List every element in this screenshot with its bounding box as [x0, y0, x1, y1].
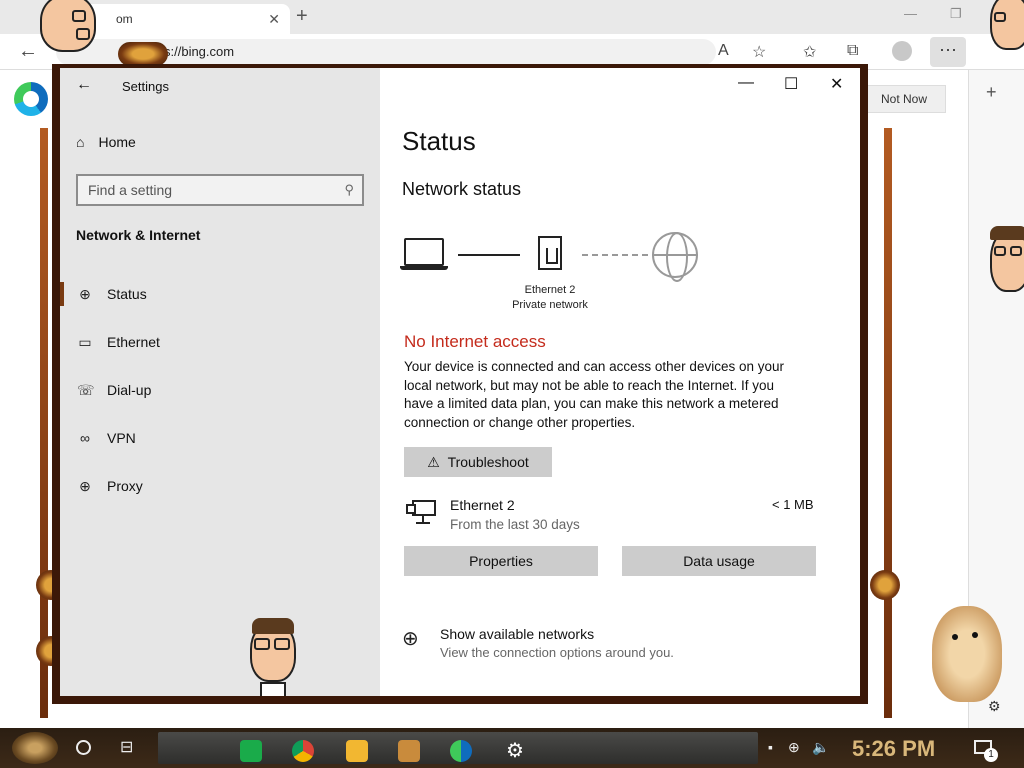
close-icon[interactable]: ✕: [830, 74, 843, 94]
tab-title: om: [116, 12, 133, 26]
collections-icon[interactable]: ⧉: [847, 42, 858, 60]
settings-sidebar: ← Settings ⌂ Home Find a setting ⚲ Netwo…: [60, 68, 380, 696]
sheets-app-icon[interactable]: [240, 740, 262, 762]
add-side-app-icon[interactable]: +: [986, 82, 997, 103]
adapter-usage: < 1 MB: [772, 497, 814, 512]
minimize-icon[interactable]: —: [904, 6, 917, 21]
troubleshoot-label: Troubleshoot: [447, 454, 529, 470]
maximize-icon[interactable]: ☐: [784, 74, 798, 94]
hamster-character: [932, 606, 1002, 702]
search-icon: ⚲: [344, 182, 354, 197]
sidebar-item-label: Dial-up: [107, 382, 152, 398]
network-status-title: Network status: [402, 179, 522, 199]
decorative-gear-icon: [118, 42, 168, 66]
decorative-frame-left: [40, 128, 48, 718]
network-type: Private network: [512, 299, 588, 311]
section-title: Network & Internet: [76, 227, 201, 243]
warning-icon: ⚠: [427, 454, 440, 470]
sidebar-item-status[interactable]: ⊕ Status: [60, 276, 380, 312]
close-tab-icon[interactable]: ✕: [268, 4, 280, 34]
ethernet-plug-icon: [538, 236, 562, 270]
sidebar-item-label: VPN: [107, 430, 136, 446]
internet-globe-icon: [652, 232, 698, 282]
cartoon-character: [988, 0, 1024, 60]
search-circle-icon[interactable]: [76, 740, 91, 755]
profile-avatar[interactable]: [892, 41, 912, 61]
volume-muted-icon[interactable]: 🔈: [812, 739, 829, 756]
ethernet-icon: ▭: [78, 333, 92, 350]
chrome-app-icon[interactable]: [292, 740, 314, 762]
ethernet-adapter-icon: [406, 500, 438, 526]
properties-button[interactable]: Properties: [404, 546, 598, 576]
settings-app-icon[interactable]: ⚙: [504, 740, 526, 762]
window-title: Settings: [122, 79, 169, 94]
cartoon-character: [988, 222, 1024, 332]
settings-window-body: ← Settings ⌂ Home Find a setting ⚲ Netwo…: [60, 68, 860, 696]
cartoon-character: [246, 616, 306, 696]
globe-network-icon: ⊕: [79, 285, 91, 302]
search-placeholder: Find a setting: [88, 182, 173, 198]
sidebar-item-vpn[interactable]: ∞ VPN: [60, 420, 380, 456]
data-usage-button[interactable]: Data usage: [622, 546, 816, 576]
troubleshoot-button[interactable]: ⚠ Troubleshoot: [404, 447, 552, 477]
adapter-name: Ethernet 2: [450, 497, 515, 513]
proxy-globe-icon: ⊕: [79, 477, 91, 494]
favorites-icon[interactable]: ✩: [803, 42, 816, 62]
home-nav-item[interactable]: ⌂ Home: [76, 134, 136, 150]
available-networks-icon[interactable]: ⊕: [402, 626, 419, 651]
edge-logo-icon: [14, 82, 48, 116]
laptop-icon: [404, 238, 444, 266]
network-diagram: Ethernet 2 Private network: [400, 232, 722, 314]
task-view-icon[interactable]: ⊟: [120, 737, 133, 757]
sidebar-item-ethernet[interactable]: ▭ Ethernet: [60, 324, 380, 360]
settings-window: ← Settings ⌂ Home Find a setting ⚲ Netwo…: [52, 64, 868, 704]
sidebar-item-label: Status: [107, 286, 147, 302]
browser-tabbar: om ✕ + — ❐: [0, 0, 1024, 34]
laptop-base: [400, 266, 448, 270]
taskbar-clock[interactable]: 5:26 PM: [852, 736, 935, 762]
vpn-icon: ∞: [80, 430, 90, 446]
no-internet-status: No Internet access: [404, 332, 546, 351]
settings-content: — ☐ ✕ Status Network status Ethernet 2 P…: [380, 68, 860, 696]
home-icon: ⌂: [76, 134, 85, 150]
edge-app-icon[interactable]: [450, 740, 472, 762]
notification-count-badge: 1: [984, 748, 998, 762]
media-app-icon[interactable]: [398, 740, 420, 762]
search-setting-input[interactable]: Find a setting ⚲: [76, 174, 364, 206]
connected-line: [458, 254, 520, 256]
taskbar-apps: ⚙: [158, 732, 758, 764]
start-button[interactable]: [12, 732, 58, 764]
page-title: Status: [402, 126, 476, 156]
status-description: Your device is connected and can access …: [404, 359, 784, 430]
sidebar-item-label: Proxy: [107, 478, 143, 494]
cartoon-character: [32, 0, 102, 56]
show-networks-link[interactable]: Show available networks: [440, 626, 594, 642]
minimize-icon[interactable]: —: [738, 74, 754, 92]
gear-icon[interactable]: ⚙: [988, 698, 1001, 715]
sidebar-item-dialup[interactable]: ☏ Dial-up: [60, 372, 380, 408]
disconnected-line: [582, 254, 648, 256]
restore-icon[interactable]: ❐: [950, 6, 962, 22]
adapter-period: From the last 30 days: [450, 517, 580, 532]
tray-lock-icon[interactable]: ▪: [768, 739, 773, 755]
add-favorite-icon[interactable]: ☆: [752, 42, 766, 62]
network-name: Ethernet 2: [524, 284, 576, 296]
decorative-frame-right: [884, 128, 892, 718]
new-tab-icon[interactable]: +: [296, 5, 308, 28]
file-explorer-icon[interactable]: [346, 740, 368, 762]
not-now-button[interactable]: Not Now: [862, 85, 946, 113]
more-options-button[interactable]: ···: [930, 37, 966, 67]
home-label: Home: [98, 134, 136, 150]
show-networks-subtitle: View the connection options around you.: [440, 645, 674, 660]
back-arrow-icon[interactable]: ←: [76, 76, 92, 94]
sidebar-item-label: Ethernet: [107, 334, 160, 350]
dialup-icon: ☏: [77, 381, 95, 398]
network-tray-icon[interactable]: ⊕: [788, 739, 800, 756]
sidebar-item-proxy[interactable]: ⊕ Proxy: [60, 468, 380, 504]
decorative-gear-icon: [870, 570, 900, 600]
read-aloud-icon[interactable]: A: [718, 42, 729, 60]
